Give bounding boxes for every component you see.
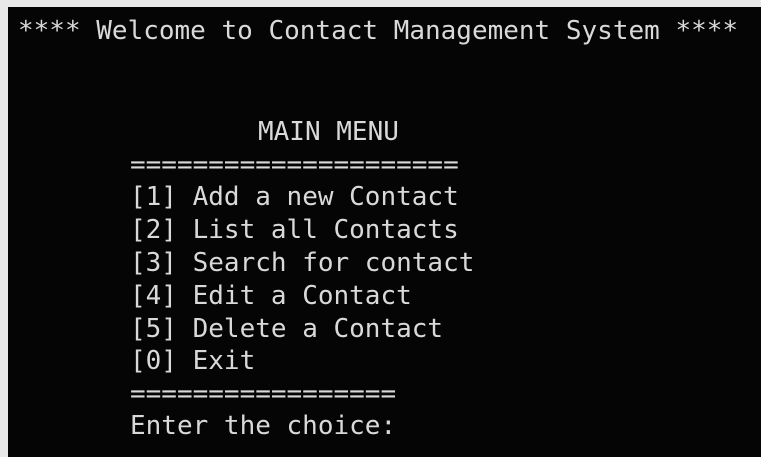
menu-option-exit: [0] Exit xyxy=(130,345,255,377)
menu-separator-bottom: ================= xyxy=(130,379,397,409)
menu-separator-top: ===================== xyxy=(130,150,459,180)
menu-option-key: [3] xyxy=(130,248,177,278)
choice-prompt: Enter the choice: xyxy=(130,411,397,441)
menu-option-key: [4] xyxy=(130,281,177,311)
menu-option-label: Search for contact xyxy=(192,248,475,278)
choice-input[interactable] xyxy=(406,414,430,442)
menu-option-label: Add a new Contact xyxy=(192,182,459,212)
menu-option-key: [0] xyxy=(130,346,177,376)
terminal-window: **** Welcome to Contact Management Syste… xyxy=(8,7,761,457)
menu-option-label: Edit a Contact xyxy=(192,281,412,311)
menu-option-key: [1] xyxy=(130,182,177,212)
menu-option-label: List all Contacts xyxy=(192,215,459,245)
menu-option-key: [2] xyxy=(130,215,177,245)
main-menu-heading: MAIN MENU xyxy=(258,117,399,147)
menu-option-key: [5] xyxy=(130,314,177,344)
menu-option-search-contact: [3] Search for contact xyxy=(130,247,474,279)
menu-option-list-contacts: [2] List all Contacts xyxy=(130,214,459,246)
menu-option-delete-contact: [5] Delete a Contact xyxy=(130,313,443,345)
menu-option-label: Exit xyxy=(192,346,256,376)
menu-option-label: Delete a Contact xyxy=(192,314,444,344)
menu-option-add-contact: [1] Add a new Contact xyxy=(130,181,459,213)
welcome-banner: **** Welcome to Contact Management Syste… xyxy=(18,16,739,46)
menu-option-edit-contact: [4] Edit a Contact xyxy=(130,280,412,312)
